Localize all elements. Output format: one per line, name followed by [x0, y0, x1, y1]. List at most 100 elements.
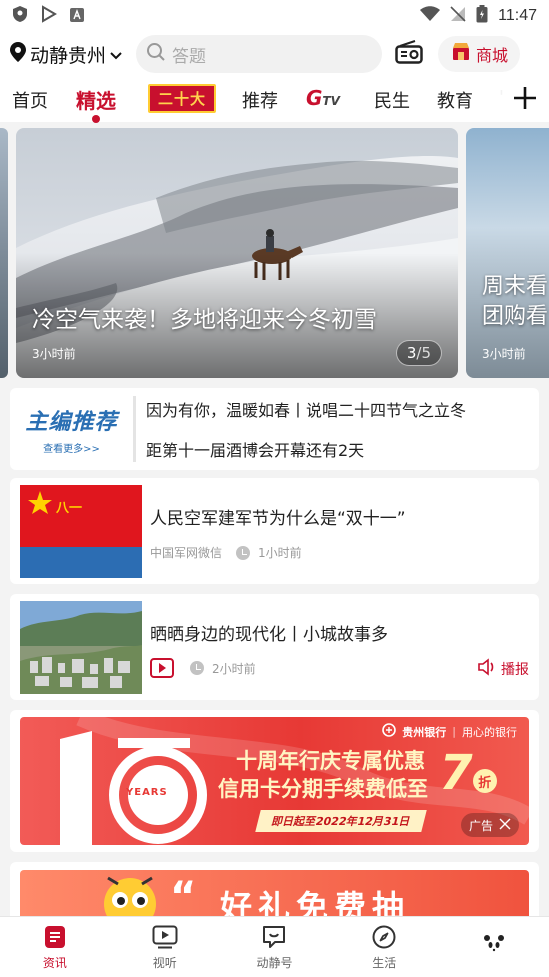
editor-pick-more-link[interactable]: 查看更多>>: [43, 440, 100, 455]
search-icon: [146, 42, 166, 67]
status-bar: 11:47: [0, 0, 549, 32]
close-icon[interactable]: [499, 818, 511, 833]
wifi-icon: [420, 6, 441, 26]
ad-15-graphic: [40, 727, 230, 845]
mall-label: 商城: [476, 46, 509, 65]
snow-landscape-image: [16, 128, 458, 378]
bank-logo-icon: [382, 723, 397, 740]
add-channel-button[interactable]: [511, 84, 539, 112]
chevron-down-icon: [110, 43, 122, 65]
gtv-logo-tv: TV: [322, 94, 340, 108]
ad-card-2[interactable]: “ 好礼免费抽: [10, 862, 539, 922]
search-input[interactable]: 答题: [136, 35, 383, 73]
city-landscape-image: [20, 601, 142, 694]
news-title: 晒晒身边的现代化丨小城故事多: [150, 625, 388, 645]
news-source: 中国军网微信: [150, 546, 223, 560]
ad2-banner[interactable]: “ 好礼免费抽: [20, 870, 529, 922]
video-icon: [150, 658, 174, 678]
slide-page-current: 3: [406, 344, 417, 362]
editor-pick-logo-text: 主编推荐: [25, 409, 118, 435]
audio-report-label: 播报: [501, 662, 529, 678]
nav-account[interactable]: 动静号: [220, 917, 330, 977]
carousel-next-slide[interactable]: 周末看 团购看 3小时前: [466, 128, 549, 378]
ad-subheadline: 信用卡分期手续费低至: [218, 777, 428, 801]
clock-icon: [236, 545, 251, 560]
battery-icon: [476, 5, 488, 27]
tab-twentieth-congress[interactable]: 二十大: [148, 84, 217, 113]
clock-time: 11:47: [498, 7, 537, 24]
slide-title: 冷空气来袭！多地将迎来今冬初雪: [32, 307, 377, 333]
video-play-icon: [152, 924, 178, 950]
play-store-icon: [40, 5, 58, 27]
carousel-prev-slide[interactable]: [0, 128, 8, 378]
ad-headline: 十周年行庆专属优惠: [236, 749, 425, 773]
ad-date: 即日起至2022年12月31日: [255, 810, 427, 832]
news-title: 人民空军建军节为什么是“双十一”: [150, 509, 406, 529]
top-bar: 动静贵州 答题 商城: [0, 32, 549, 76]
ad-bank-slogan: 用心的银行: [462, 725, 517, 739]
carousel-slide[interactable]: 冷空气来袭！多地将迎来今冬初雪 3小时前 3 /5: [16, 128, 458, 378]
headline-carousel[interactable]: 冷空气来袭！多地将迎来今冬初雪 3小时前 3 /5 周末看 团购看 3小时前: [0, 128, 549, 378]
font-a-icon: [70, 7, 84, 26]
radio-button[interactable]: [394, 39, 424, 69]
divider: |: [452, 725, 456, 738]
editor-pick-card: 主编推荐 查看更多>> 因为有你，温暖如春丨说唱二十四节气之立冬 距第十一届酒博…: [10, 388, 539, 470]
search-placeholder: 答题: [172, 46, 207, 67]
news-item[interactable]: 八一 人民空军建军节为什么是“双十一” 中国军网微信 1小时前: [10, 478, 539, 584]
tab-recommend[interactable]: 推荐: [242, 87, 278, 113]
ad-card[interactable]: YEARS 贵州银行 | 用心的银行 十周年行庆专属优惠 信用卡分期手续费低至 …: [10, 710, 539, 852]
news-time: 2小时前: [212, 661, 256, 676]
location-selector[interactable]: 动静贵州: [10, 41, 122, 68]
next-slide-title-line1: 周末看: [482, 274, 549, 299]
nav-profile[interactable]: [439, 917, 549, 977]
ad-bank-logo: 贵州银行 | 用心的银行: [382, 723, 517, 740]
next-slide-title: 周末看 团购看: [482, 272, 548, 332]
location-label: 动静贵州: [30, 44, 107, 67]
no-signal-icon: [450, 6, 466, 26]
panda-icon: [481, 932, 507, 958]
ad-discount: 7 折: [438, 743, 498, 799]
ad-label-text: 广告: [468, 818, 493, 833]
nav-life[interactable]: 生活: [329, 917, 439, 977]
audio-report-button[interactable]: 播报: [477, 658, 529, 680]
ad-discount-value: 7: [439, 745, 473, 801]
nav-life-label: 生活: [372, 955, 397, 970]
chat-smile-icon: [261, 924, 287, 950]
news-meta: 中国军网微信 1小时前: [150, 544, 302, 561]
news-thumbnail: [20, 601, 142, 694]
slide-time: 3小时前: [32, 347, 76, 361]
news-thumbnail: 八一: [20, 485, 142, 578]
editor-pick-item[interactable]: 因为有你，温暖如春丨说唱二十四节气之立冬: [146, 397, 466, 421]
ad2-quote-mark: “: [170, 874, 197, 920]
slide-page-total: /5: [416, 344, 431, 362]
tab-gtv[interactable]: GTV: [306, 86, 340, 110]
tab-education[interactable]: 教育: [437, 87, 473, 113]
editor-pick-item[interactable]: 距第十一届酒博会开幕还有2天: [146, 437, 466, 461]
tab-home[interactable]: 首页: [12, 87, 48, 113]
editor-pick-logo[interactable]: 主编推荐 查看更多>>: [10, 396, 136, 462]
ad-discount-unit: 折: [472, 769, 497, 793]
tab-featured[interactable]: 精选: [76, 85, 116, 123]
channel-tabs: 首页 精选 二十大 推荐 GTV 民生 教育 ': [0, 76, 549, 123]
gtv-logo-g: G: [306, 86, 323, 110]
news-meta: 2小时前: [150, 658, 256, 678]
news-time: 1小时前: [258, 546, 302, 560]
nav-video[interactable]: 视听: [110, 917, 220, 977]
nav-news-label: 资讯: [42, 955, 67, 970]
flag-text: 八一: [55, 501, 82, 516]
mall-button[interactable]: 商城: [438, 36, 521, 72]
ad-banner[interactable]: YEARS 贵州银行 | 用心的银行 十周年行庆专属优惠 信用卡分期手续费低至 …: [20, 717, 529, 845]
tab-livelihood[interactable]: 民生: [374, 87, 410, 113]
ad-15-outline: [60, 731, 207, 845]
news-icon: [42, 924, 68, 950]
nav-news[interactable]: 资讯: [0, 917, 110, 977]
ad-label[interactable]: 广告: [460, 813, 519, 837]
shield-icon: [12, 5, 28, 27]
clock-icon: [190, 661, 204, 675]
tab-fade: [485, 76, 505, 122]
next-slide-time: 3小时前: [482, 347, 526, 361]
news-item[interactable]: 晒晒身边的现代化丨小城故事多 2小时前 播报: [10, 594, 539, 700]
compass-icon: [371, 924, 397, 950]
ad-bank-name: 贵州银行: [402, 725, 447, 739]
location-pin-icon: [10, 41, 26, 67]
